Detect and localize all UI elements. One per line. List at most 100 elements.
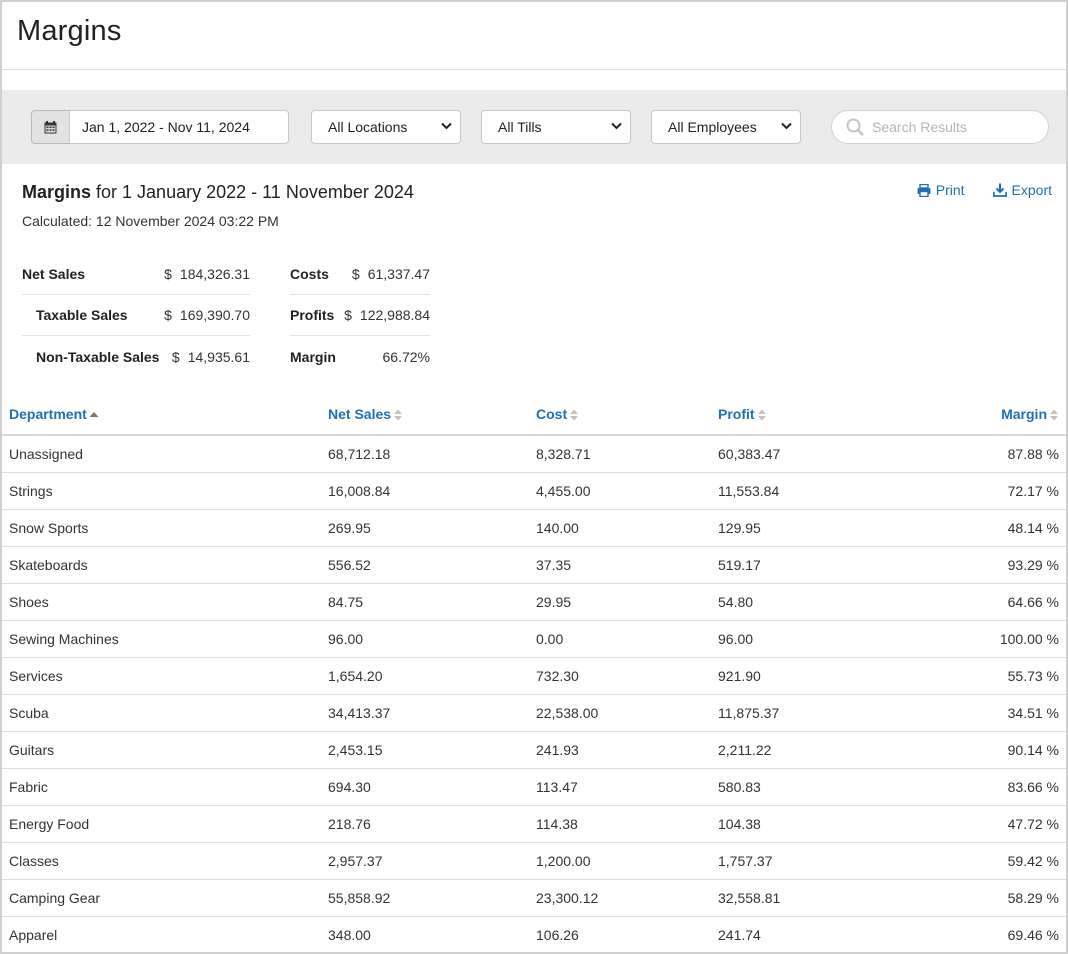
summary-profit-column: Costs $61,337.47 Profits $122,988.84 Mar…	[290, 254, 430, 377]
cell-net-sales: 218.76	[321, 805, 529, 843]
cell-net-sales: 55,858.92	[321, 879, 529, 917]
calendar-icon	[44, 120, 57, 133]
print-label: Print	[935, 182, 965, 198]
cell-cost: 140.00	[529, 509, 711, 547]
cell-profit: 580.83	[711, 768, 911, 806]
table-header-row: Department Net Sales Cost Profit Margin	[2, 394, 1066, 436]
cell-margin: 83.66 %	[911, 768, 1066, 806]
currency-symbol: $	[351, 266, 360, 282]
column-header-department[interactable]: Department	[2, 394, 321, 436]
cell-department: Services	[2, 657, 321, 695]
cell-department: Apparel	[2, 916, 321, 952]
cell-profit: 54.80	[711, 583, 911, 621]
chevron-down-icon	[781, 122, 792, 130]
cell-margin: 100.00 %	[911, 620, 1066, 658]
cell-cost: 106.26	[529, 916, 711, 952]
cell-profit: 129.95	[711, 509, 911, 547]
cell-net-sales: 2,957.37	[321, 842, 529, 880]
table-row: Camping Gear 55,858.92 23,300.12 32,558.81 5…	[2, 879, 1066, 917]
cell-margin: 72.17 %	[911, 472, 1066, 510]
column-header-margin[interactable]: Margin	[911, 394, 1066, 436]
summary-value: $61,337.47	[352, 266, 430, 282]
employee-select[interactable]: All Employees	[651, 110, 801, 144]
cell-margin: 59.42 %	[911, 842, 1066, 880]
cell-profit: 241.74	[711, 916, 911, 952]
amount: 14,935.61	[187, 348, 250, 365]
table-row: Shoes 84.75 29.95 54.80 64.66 %	[2, 583, 1066, 621]
cell-net-sales: 556.52	[321, 546, 529, 584]
cell-profit: 32,558.81	[711, 879, 911, 917]
column-header-label: Profit	[718, 405, 755, 422]
summary-label: Net Sales	[22, 266, 86, 282]
summary-row-costs: Costs $61,337.47	[290, 254, 430, 295]
column-header-net-sales[interactable]: Net Sales	[321, 394, 529, 436]
cell-net-sales: 2,453.15	[321, 731, 529, 769]
export-label: Export	[1011, 182, 1052, 198]
location-select-value: All Locations	[328, 119, 408, 135]
cell-profit: 519.17	[711, 546, 911, 584]
cell-margin: 90.14 %	[911, 731, 1066, 769]
cell-margin: 58.29 %	[911, 879, 1066, 917]
cell-margin: 93.29 %	[911, 546, 1066, 584]
amount: 184,326.31	[179, 266, 250, 282]
summary-sales-column: Net Sales $184,326.31 Taxable Sales $169…	[22, 254, 250, 377]
summary-value: 66.72%	[383, 349, 430, 365]
date-range-input[interactable]: Jan 1, 2022 - Nov 11, 2024	[69, 110, 289, 144]
print-icon	[917, 183, 931, 197]
cell-net-sales: 694.30	[321, 768, 529, 806]
margins-table-container: Department Net Sales Cost Profit Margin	[2, 394, 1066, 952]
currency-symbol: $	[344, 307, 352, 323]
cell-cost: 23,300.12	[529, 879, 711, 917]
summary-value: $14,935.61	[172, 349, 250, 365]
search-icon	[846, 118, 864, 136]
cell-department: Snow Sports	[2, 509, 321, 547]
column-header-label: Department	[9, 406, 87, 422]
cell-profit: 104.38	[711, 805, 911, 843]
summary-label: Costs	[290, 266, 329, 282]
report-title: Margins for 1 January 2022 - 11 November…	[22, 182, 414, 203]
cell-department: Strings	[2, 472, 321, 510]
employee-select-value: All Employees	[668, 119, 757, 135]
cell-margin: 55.73 %	[911, 657, 1066, 695]
summary-label: Non-Taxable Sales	[36, 348, 160, 365]
amount: 122,988.84	[359, 307, 430, 323]
cell-net-sales: 348.00	[321, 916, 529, 952]
amount: 66.72%	[382, 348, 430, 365]
report-title-period: for 1 January 2022 - 11 November 2024	[96, 182, 414, 202]
chevron-down-icon	[611, 122, 622, 130]
currency-symbol: $	[171, 348, 180, 365]
summary-value: $184,326.31	[164, 266, 250, 282]
summary-row-net-sales: Net Sales $184,326.31	[22, 254, 250, 295]
print-button[interactable]: Print	[917, 182, 965, 198]
column-header-label: Cost	[536, 405, 568, 422]
table-row: Snow Sports 269.95 140.00 129.95 48.14 %	[2, 509, 1066, 547]
cell-profit: 11,553.84	[711, 472, 911, 510]
till-select[interactable]: All Tills	[481, 110, 631, 144]
location-select[interactable]: All Locations	[311, 110, 461, 144]
cell-department: Guitars	[2, 731, 321, 769]
table-row: Guitars 2,453.15 241.93 2,211.22 90.14 %	[2, 731, 1066, 769]
table-row: Classes 2,957.37 1,200.00 1,757.37 59.42 %	[2, 842, 1066, 880]
column-header-label: Net Sales	[328, 405, 392, 422]
report-actions: Print Export	[917, 182, 1052, 198]
currency-symbol: $	[164, 266, 172, 282]
cell-profit: 1,757.37	[711, 842, 911, 880]
cell-department: Unassigned	[2, 435, 321, 473]
page-title: Margins	[17, 15, 122, 47]
column-header-profit[interactable]: Profit	[711, 394, 911, 436]
cell-department: Fabric	[2, 768, 321, 806]
margins-report-page: Margins Jan 1, 2022 - Nov 11, 2024 All L…	[0, 0, 1068, 954]
calendar-button[interactable]	[31, 110, 69, 144]
column-header-cost[interactable]: Cost	[529, 394, 711, 436]
amount: 169,390.70	[179, 307, 250, 323]
export-button[interactable]: Export	[992, 182, 1052, 198]
calculated-timestamp: Calculated: 12 November 2024 03:22 PM	[22, 213, 279, 229]
cell-profit: 921.90	[711, 657, 911, 695]
cell-department: Classes	[2, 842, 321, 880]
cell-cost: 732.30	[529, 657, 711, 695]
cell-cost: 4,455.00	[529, 472, 711, 510]
summary-label: Profits	[290, 307, 335, 323]
search-input[interactable]	[872, 119, 1042, 135]
download-icon	[992, 183, 1007, 197]
sort-icon	[570, 409, 579, 421]
